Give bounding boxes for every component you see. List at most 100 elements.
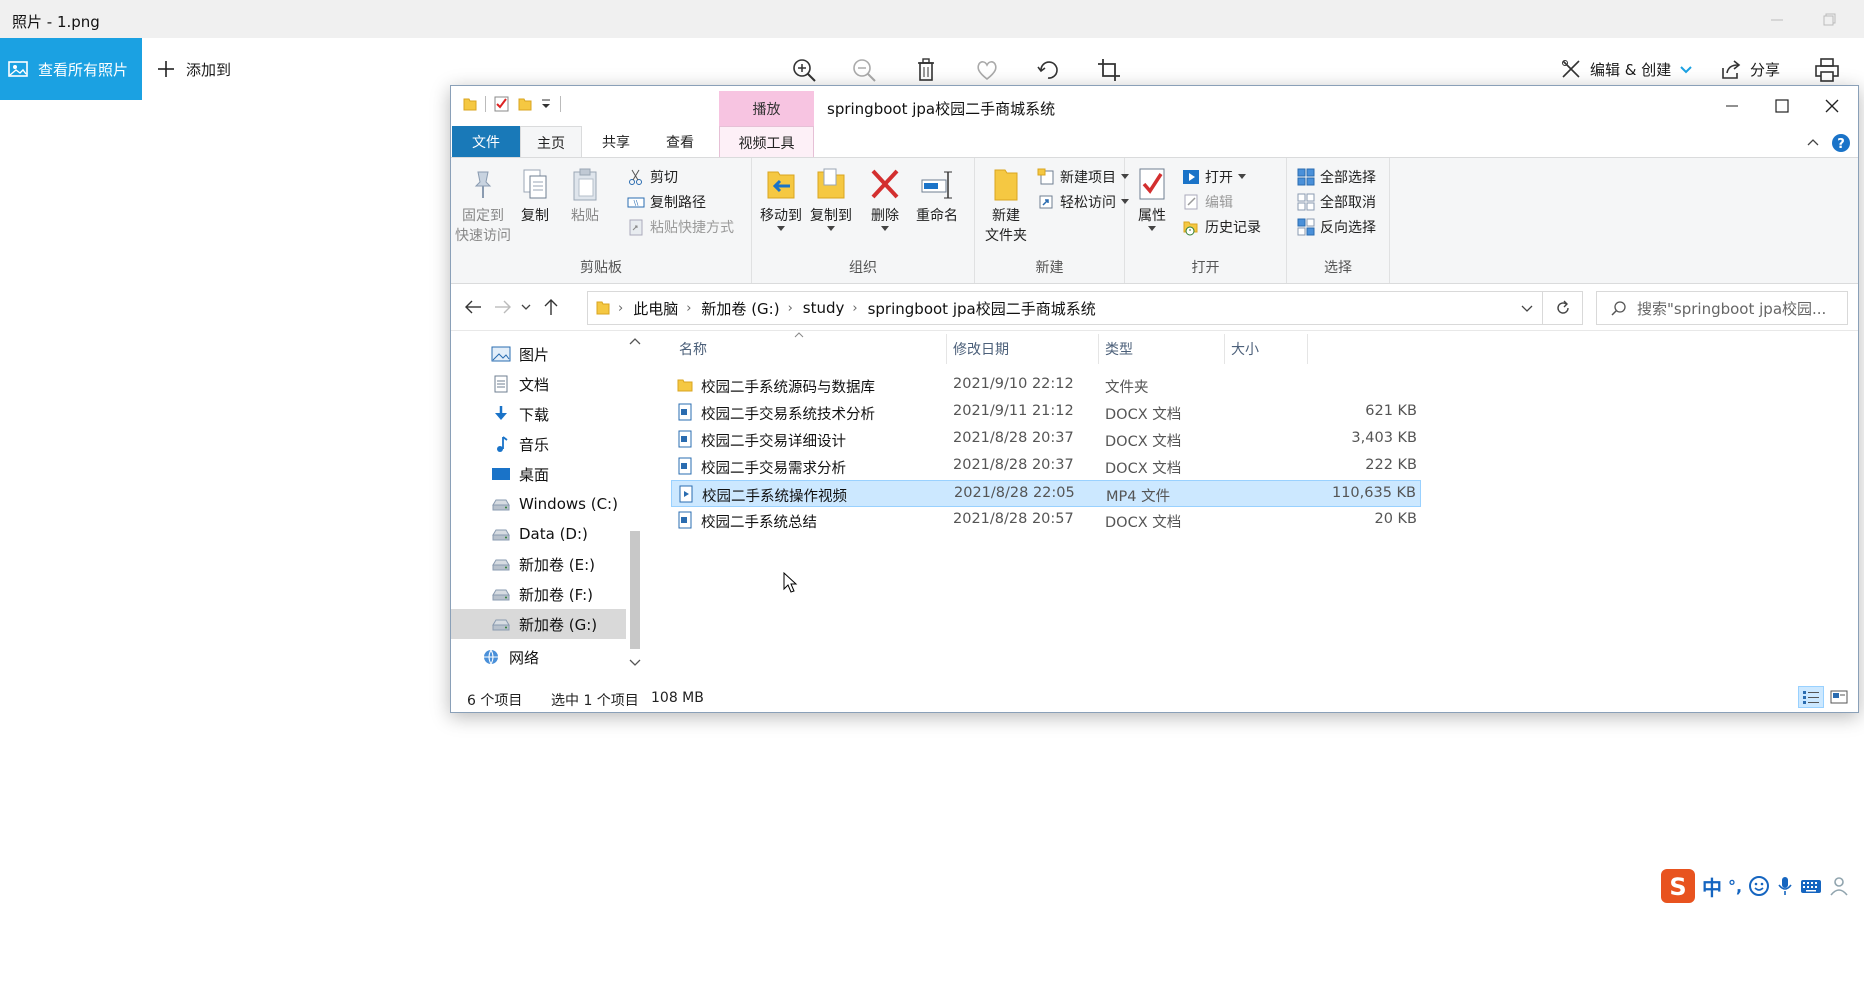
- delete-photo-icon[interactable]: [913, 57, 939, 83]
- microphone-icon[interactable]: [1776, 875, 1794, 897]
- photos-icon: [8, 61, 28, 77]
- new-folder-icon[interactable]: [518, 96, 532, 112]
- zoom-in-icon[interactable]: [791, 57, 817, 83]
- edit-button[interactable]: 编辑: [1182, 191, 1233, 213]
- help-icon[interactable]: ?: [1831, 133, 1851, 153]
- rotate-icon[interactable]: [1035, 57, 1061, 83]
- nav-item[interactable]: Data (D:): [451, 519, 626, 549]
- rename-button[interactable]: 重命名: [912, 166, 962, 226]
- print-icon[interactable]: [1813, 56, 1841, 84]
- file-row[interactable]: 校园二手交易详细设计 2021/8/28 20:37 DOCX 文档 3,403 KB: [671, 426, 1421, 453]
- back-arrow-icon[interactable]: [463, 297, 483, 317]
- refresh-icon[interactable]: [1543, 291, 1583, 325]
- easy-access-button[interactable]: 轻松访问: [1037, 191, 1129, 213]
- keyboard-icon[interactable]: [1800, 875, 1822, 897]
- tab-share[interactable]: 共享: [586, 126, 646, 158]
- column-divider[interactable]: [1224, 334, 1225, 364]
- new-group-label: 新建: [1035, 260, 1064, 276]
- file-row[interactable]: 校园二手交易系统技术分析 2021/9/11 21:12 DOCX 文档 621 KB: [671, 399, 1421, 426]
- column-header-size[interactable]: 大小: [1231, 339, 1259, 361]
- tab-video-tools[interactable]: 视频工具: [719, 126, 814, 158]
- breadcrumb-separator: ›: [686, 300, 692, 316]
- favorite-heart-icon[interactable]: [974, 57, 1000, 83]
- copy-button[interactable]: 复制: [515, 166, 555, 226]
- paste-button[interactable]: 粘贴: [565, 166, 605, 226]
- add-to-button[interactable]: 添加到: [156, 38, 231, 100]
- file-type: DOCX 文档: [1105, 407, 1182, 423]
- view-all-photos-button[interactable]: 查看所有照片: [0, 38, 142, 100]
- address-history-chevron-icon[interactable]: [1520, 301, 1534, 315]
- properties-button[interactable]: 属性: [1131, 166, 1173, 232]
- copy-path-button[interactable]: \\ 复制路径: [627, 191, 706, 213]
- emoji-icon[interactable]: [1748, 875, 1770, 897]
- nav-pane-scrollbar[interactable]: [626, 331, 644, 671]
- forward-arrow-icon[interactable]: [493, 297, 513, 317]
- user-skin-icon[interactable]: [1828, 875, 1850, 897]
- new-item-button[interactable]: 新建项目: [1037, 166, 1129, 188]
- large-icons-view-icon[interactable]: [1826, 686, 1852, 708]
- tab-file[interactable]: 文件: [452, 126, 520, 158]
- breadcrumb-study[interactable]: study: [803, 299, 845, 317]
- tab-home[interactable]: 主页: [520, 126, 582, 158]
- select-none-button[interactable]: 全部取消: [1297, 191, 1376, 213]
- folder-icon[interactable]: [463, 96, 477, 112]
- ime-mode-chinese[interactable]: 中: [1702, 874, 1722, 900]
- nav-item[interactable]: 文档: [451, 369, 626, 399]
- maximize-button[interactable]: [1760, 92, 1804, 120]
- pin-quick-access-button[interactable]: 固定到 快速访问: [455, 166, 511, 246]
- breadcrumb-drive-g[interactable]: 新加卷 (G:): [701, 298, 779, 319]
- zoom-out-icon[interactable]: [851, 57, 877, 83]
- customize-qat-icon[interactable]: [540, 96, 552, 112]
- file-row[interactable]: 校园二手系统总结 2021/8/28 20:57 DOCX 文档 20 KB: [671, 507, 1421, 534]
- breadcrumb-separator: ›: [852, 300, 858, 316]
- crop-icon[interactable]: [1096, 57, 1122, 83]
- nav-item[interactable]: 新加卷 (F:): [451, 579, 626, 609]
- copy-to-button[interactable]: 复制到: [806, 166, 856, 232]
- column-divider[interactable]: [1098, 334, 1099, 364]
- search-box[interactable]: 搜索"springboot jpa校园...: [1596, 291, 1848, 325]
- up-arrow-icon[interactable]: [541, 297, 561, 317]
- nav-item[interactable]: 下载: [451, 399, 626, 429]
- details-view-icon[interactable]: [1798, 686, 1824, 708]
- breadcrumb-this-pc[interactable]: 此电脑: [633, 298, 678, 319]
- invert-selection-button[interactable]: 反向选择: [1297, 216, 1376, 238]
- properties-check-icon[interactable]: [494, 96, 510, 112]
- tab-view[interactable]: 查看: [650, 126, 710, 158]
- cut-button[interactable]: 剪切: [627, 166, 678, 188]
- file-size: 110,635 KB: [1331, 485, 1416, 501]
- paste-shortcut-button[interactable]: 粘贴快捷方式: [627, 216, 734, 238]
- sogou-logo-icon[interactable]: S: [1660, 868, 1696, 904]
- history-button[interactable]: 历史记录: [1182, 216, 1261, 238]
- select-all-button[interactable]: 全部选择: [1297, 166, 1376, 188]
- minimize-button[interactable]: [1765, 8, 1789, 30]
- restore-button[interactable]: [1818, 8, 1842, 30]
- collapse-ribbon-icon[interactable]: [1806, 136, 1820, 148]
- file-row[interactable]: 校园二手交易需求分析 2021/8/28 20:37 DOCX 文档 222 KB: [671, 453, 1421, 480]
- ime-punctuation[interactable]: °,: [1728, 874, 1742, 898]
- nav-item[interactable]: 新加卷 (E:): [451, 549, 626, 579]
- open-button[interactable]: 打开: [1182, 166, 1246, 188]
- column-header-type[interactable]: 类型: [1105, 339, 1133, 361]
- new-folder-button[interactable]: 新建 文件夹: [981, 166, 1031, 246]
- nav-item[interactable]: 网络: [451, 642, 626, 672]
- move-to-button[interactable]: 移动到: [756, 166, 806, 232]
- nav-item[interactable]: 音乐: [451, 429, 626, 459]
- close-button[interactable]: [1810, 92, 1854, 120]
- docx-icon: [677, 403, 693, 421]
- nav-item[interactable]: 新加卷 (G:): [451, 609, 626, 639]
- nav-item[interactable]: 桌面: [451, 459, 626, 489]
- share-icon: [1722, 60, 1741, 79]
- nav-item[interactable]: Windows (C:): [451, 489, 626, 519]
- nav-item[interactable]: 图片: [451, 339, 626, 369]
- column-header-name[interactable]: 名称: [679, 339, 707, 361]
- column-divider[interactable]: [1307, 334, 1308, 364]
- minimize-button[interactable]: [1710, 92, 1754, 120]
- recent-locations-chevron-icon[interactable]: [519, 297, 533, 317]
- delete-button[interactable]: 删除: [866, 166, 904, 232]
- file-row[interactable]: 校园二手系统源码与数据库 2021/9/10 22:12 文件夹: [671, 372, 1421, 399]
- file-row[interactable]: 校园二手系统操作视频 2021/8/28 22:05 MP4 文件 110,635 K…: [671, 480, 1421, 507]
- address-bar[interactable]: › 此电脑 › 新加卷 (G:) › study › springboot jp…: [587, 291, 1543, 325]
- breadcrumb-current-folder[interactable]: springboot jpa校园二手商城系统: [868, 298, 1096, 319]
- column-header-date[interactable]: 修改日期: [953, 339, 1009, 361]
- column-divider[interactable]: [946, 334, 947, 364]
